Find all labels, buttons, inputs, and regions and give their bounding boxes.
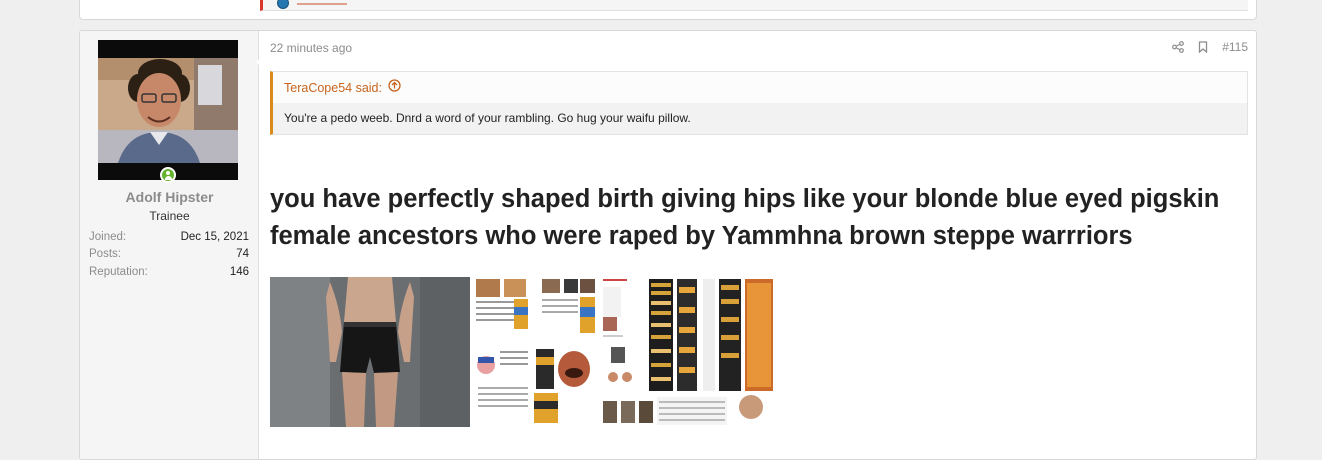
post-actions: #115 xyxy=(1172,40,1248,54)
stat-value: 74 xyxy=(236,248,249,261)
stat-value: 146 xyxy=(229,265,249,278)
user-info-panel: Adolf Hipster Trainee Joined: Dec 15, 20… xyxy=(80,31,259,459)
quote-block: TeraCope54 said: You're a pedo weeb. Dnr… xyxy=(270,71,1248,135)
post-content: 22 minutes ago #115 TeraCope54 said: You… xyxy=(260,31,1256,459)
bookmark-icon[interactable] xyxy=(1198,41,1208,53)
user-avatar[interactable] xyxy=(98,40,238,180)
online-status-icon xyxy=(160,167,176,183)
previous-post-text xyxy=(297,0,347,5)
arrow-up-circle-icon[interactable] xyxy=(388,73,401,103)
share-icon[interactable] xyxy=(1172,41,1185,53)
user-title: Trainee xyxy=(149,209,190,223)
post-message-text: you have perfectly shaped birth giving h… xyxy=(270,185,1220,250)
user-stats: Joined: Dec 15, 2021 Posts: 74 Reputatio… xyxy=(89,229,249,281)
globe-icon xyxy=(277,0,289,9)
attachment-chart-table[interactable] xyxy=(601,277,775,427)
stat-label: Joined: xyxy=(89,231,127,243)
post-timestamp[interactable]: 22 minutes ago xyxy=(270,41,352,55)
stat-joined: Joined: Dec 15, 2021 xyxy=(89,229,249,246)
stat-value: Dec 15, 2021 xyxy=(180,231,249,243)
forum-post: Adolf Hipster Trainee Joined: Dec 15, 20… xyxy=(79,30,1257,460)
post-number-link[interactable]: #115 xyxy=(1222,40,1248,54)
quote-header[interactable]: TeraCope54 said: xyxy=(273,72,1247,103)
previous-post-fragment xyxy=(79,0,1257,20)
stat-label: Reputation: xyxy=(89,265,148,278)
stat-label: Posts: xyxy=(89,248,121,261)
attachment-photo-torso[interactable] xyxy=(270,277,470,427)
stat-reputation: Reputation: 146 xyxy=(89,264,249,281)
attachment-collage-faces[interactable] xyxy=(474,277,597,427)
previous-post-quote xyxy=(260,0,1248,11)
quote-author[interactable]: TeraCope54 said: xyxy=(284,73,382,103)
stat-posts: Posts: 74 xyxy=(89,246,249,263)
quote-text: You're a pedo weeb. Dnrd a word of your … xyxy=(273,103,1247,134)
username[interactable]: Adolf Hipster xyxy=(80,189,259,205)
